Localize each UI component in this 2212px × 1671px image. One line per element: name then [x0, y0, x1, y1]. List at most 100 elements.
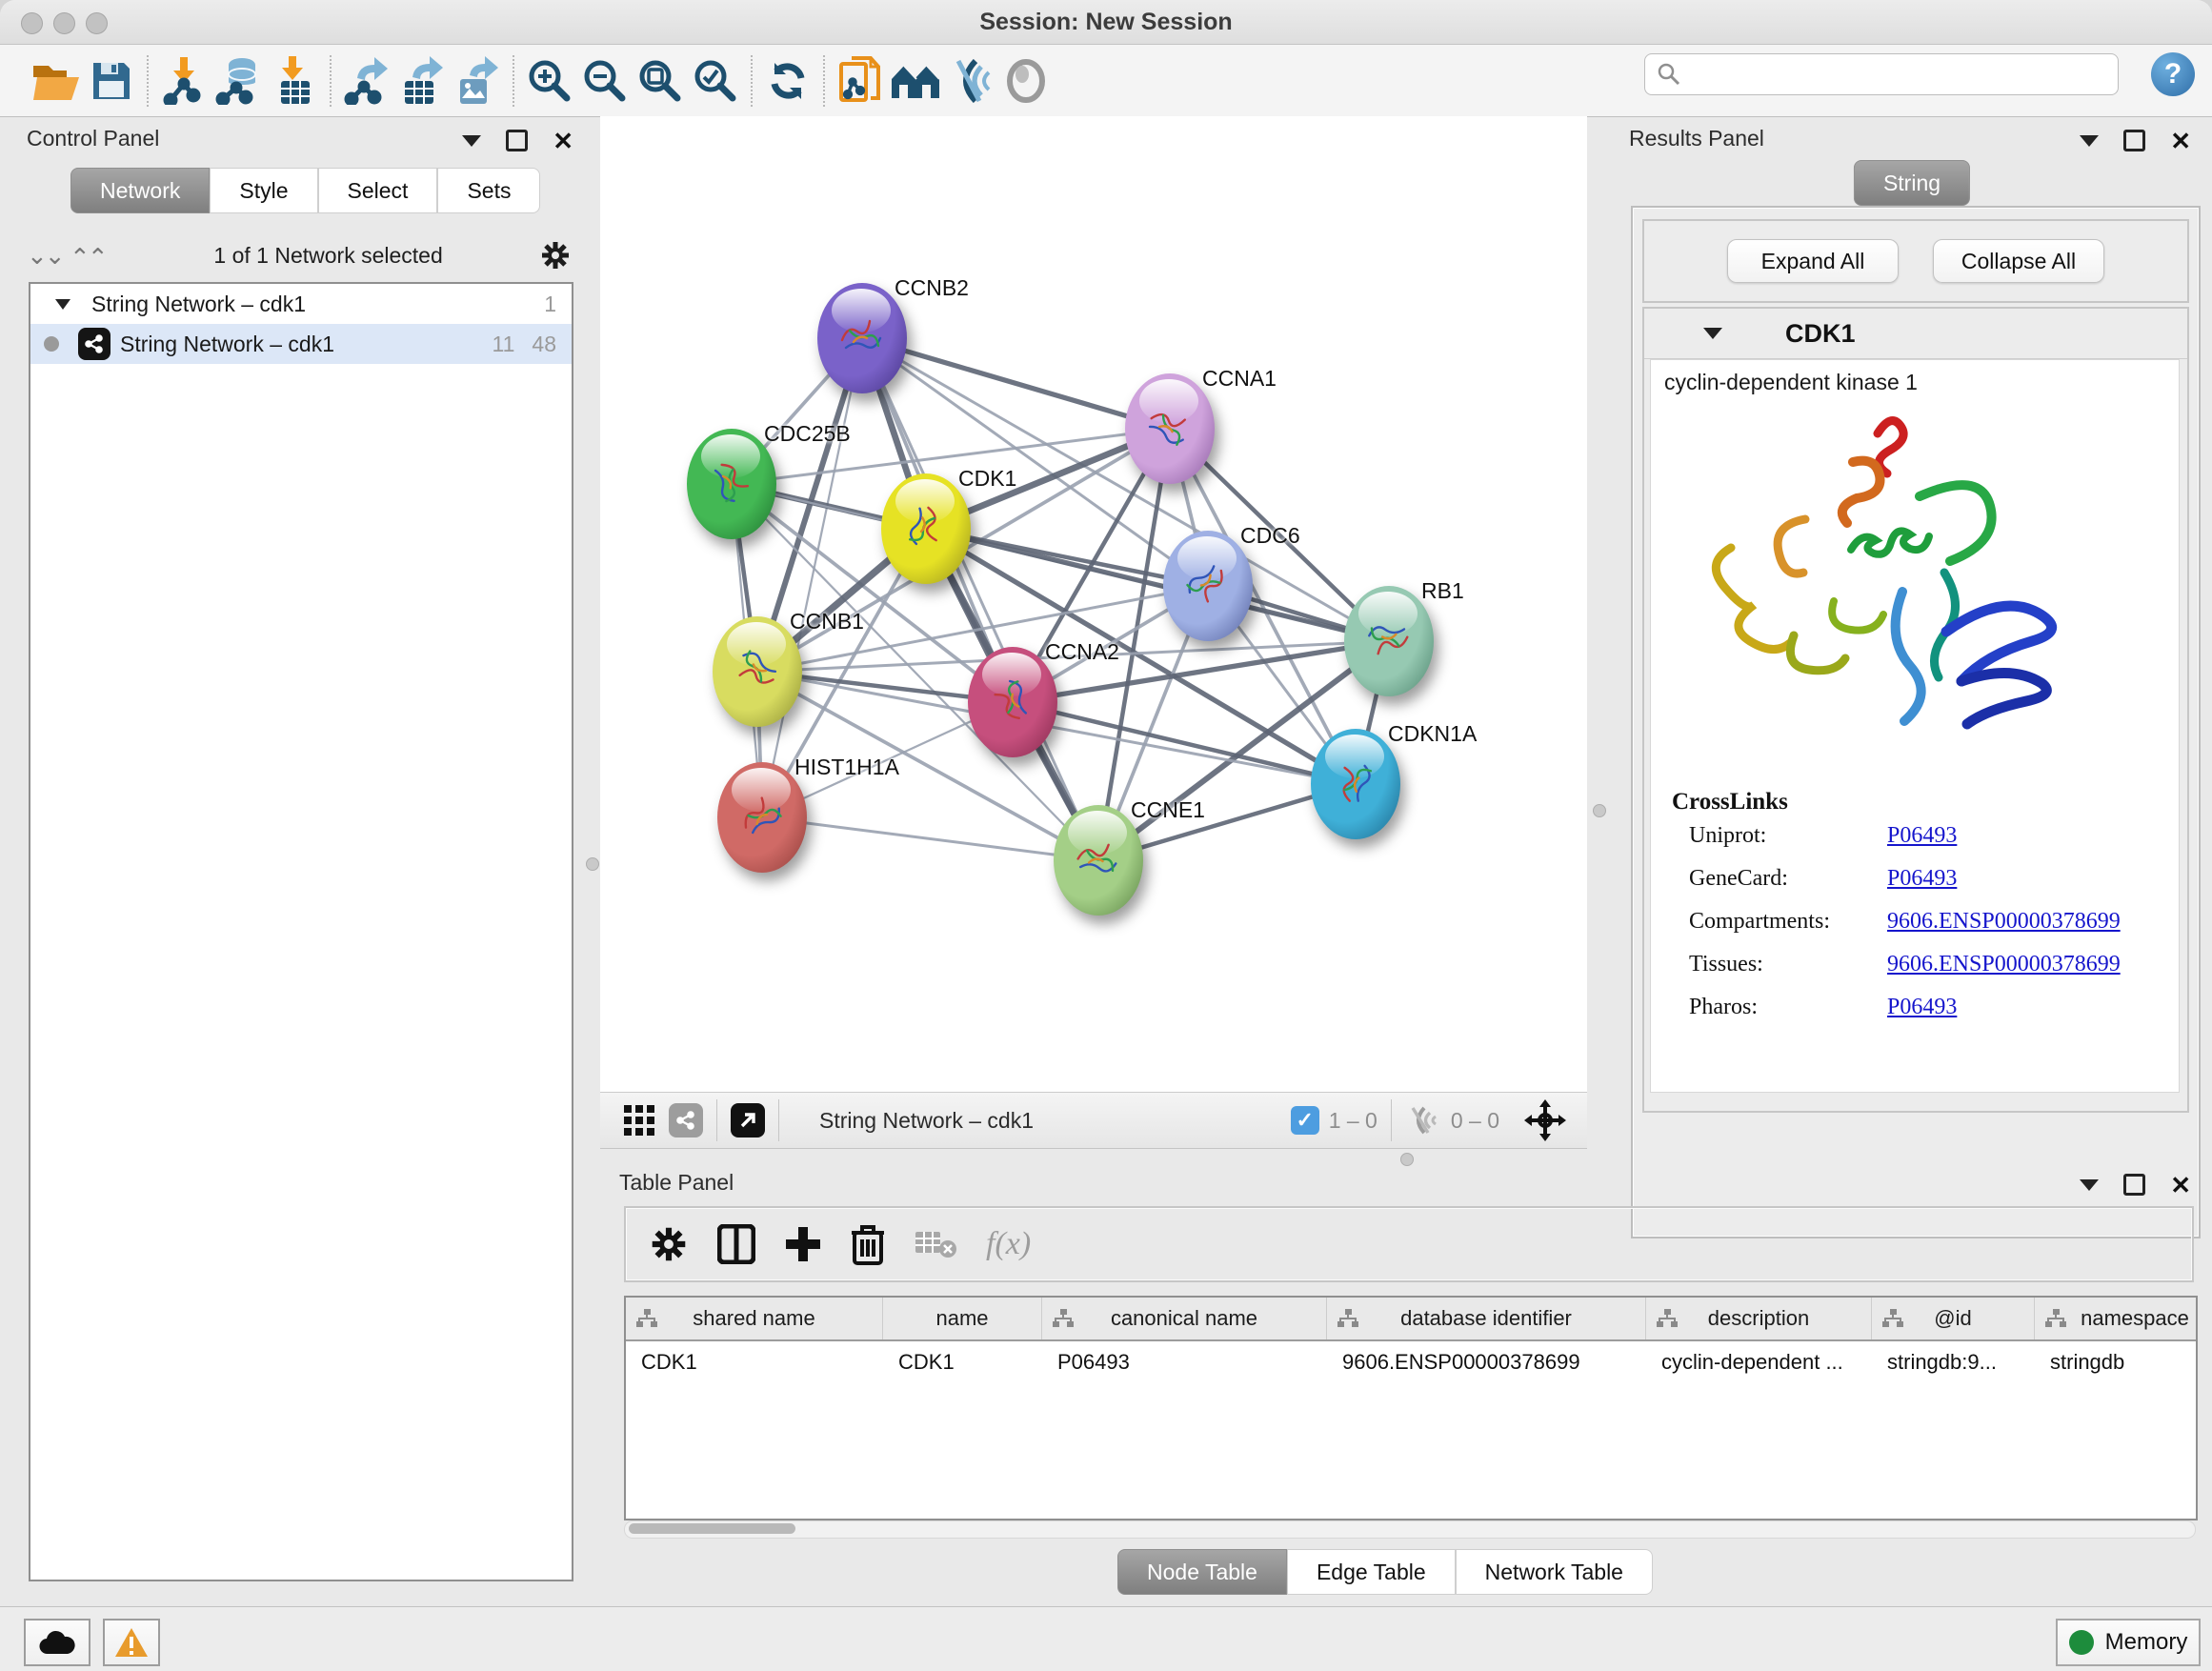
memory-button[interactable]: Memory — [2056, 1619, 2201, 1666]
gear-icon[interactable] — [649, 1224, 689, 1264]
close-panel-icon[interactable]: ✕ — [2170, 131, 2191, 151]
open-session-button[interactable] — [29, 53, 84, 109]
network-edge[interactable] — [762, 817, 1098, 860]
float-panel-icon[interactable] — [2080, 135, 2099, 147]
expand-all-icon[interactable]: ⌄⌄ — [72, 241, 109, 271]
collapse-all-button[interactable]: Collapse All — [1933, 239, 2104, 283]
string-results-group: Expand All Collapse All CDK1 cyclin-depe… — [1631, 206, 2201, 1238]
network-node-cdk1[interactable] — [881, 473, 971, 584]
zoom-fit-button[interactable] — [633, 53, 688, 109]
network-node-ccnb1[interactable] — [713, 616, 802, 727]
tab-string[interactable]: String — [1854, 160, 1970, 206]
network-edge[interactable] — [762, 338, 862, 817]
table-row[interactable]: CDK1 CDK1 P06493 9606.ENSP00000378699 cy… — [626, 1341, 2196, 1383]
zoom-in-button[interactable] — [522, 53, 577, 109]
crosslink-link[interactable]: P06493 — [1887, 866, 1957, 892]
home-button[interactable] — [888, 53, 943, 109]
tab-sets[interactable]: Sets — [437, 168, 540, 213]
collapse-entry-icon[interactable] — [1703, 328, 1722, 339]
delete-column-icon[interactable] — [851, 1223, 885, 1265]
network-node-ccne1[interactable] — [1054, 805, 1143, 916]
crosslink-link[interactable]: P06493 — [1887, 823, 1957, 849]
eye-button[interactable] — [998, 53, 1054, 109]
network-node-cdkn1a[interactable] — [1311, 729, 1400, 839]
options-gear-icon[interactable] — [539, 239, 572, 272]
network-canvas[interactable]: CCNB2CCNA1CDC25BCDK1CDC6RB1CCNB1CCNA2CDK… — [600, 116, 1587, 1092]
network-row[interactable]: String Network – cdk1 11 48 — [30, 324, 572, 364]
show-hide-panels-button[interactable] — [943, 53, 998, 109]
maximize-panel-icon[interactable] — [2123, 130, 2145, 151]
warning-status-button[interactable] — [103, 1619, 160, 1666]
network-selection-status: 1 of 1 Network selected — [117, 243, 539, 269]
network-edge[interactable] — [926, 529, 1389, 641]
tab-style[interactable]: Style — [210, 168, 317, 213]
splitter-handle[interactable] — [586, 857, 599, 871]
search-input[interactable] — [1681, 57, 2118, 91]
delete-table-icon[interactable] — [914, 1228, 957, 1260]
crosslink-link[interactable]: P06493 — [1887, 995, 1957, 1020]
import-network-button[interactable] — [156, 53, 211, 109]
save-session-button[interactable] — [84, 53, 139, 109]
crosslink-link[interactable]: 9606.ENSP00000378699 — [1887, 952, 2121, 977]
tab-node-table[interactable]: Node Table — [1117, 1549, 1287, 1595]
column-header[interactable]: namespace — [2035, 1298, 2198, 1339]
column-header[interactable]: canonical name — [1042, 1298, 1327, 1339]
export-table-button[interactable] — [394, 53, 450, 109]
tab-select[interactable]: Select — [318, 168, 438, 213]
float-panel-icon[interactable] — [462, 135, 481, 147]
maximize-panel-icon[interactable] — [506, 130, 528, 151]
cloud-status-button[interactable] — [24, 1619, 90, 1666]
tab-edge-table[interactable]: Edge Table — [1287, 1549, 1456, 1595]
export-network-button[interactable] — [339, 53, 394, 109]
column-header[interactable]: name — [883, 1298, 1042, 1339]
float-panel-icon[interactable] — [2080, 1179, 2099, 1191]
split-columns-icon[interactable] — [717, 1224, 755, 1264]
zoom-selected-button[interactable] — [688, 53, 743, 109]
splitter-handle[interactable] — [1400, 1153, 1414, 1166]
crosslink-link[interactable]: 9606.ENSP00000378699 — [1887, 909, 2121, 935]
help-button[interactable]: ? — [2151, 52, 2195, 96]
horizontal-scrollbar[interactable] — [624, 1520, 2196, 1539]
network-edge[interactable] — [862, 338, 1098, 860]
network-node-rb1[interactable] — [1344, 586, 1434, 696]
zoom-out-button[interactable] — [577, 53, 633, 109]
network-node-cdc6[interactable] — [1163, 531, 1253, 641]
add-column-icon[interactable] — [784, 1225, 822, 1263]
close-panel-icon[interactable]: ✕ — [553, 131, 573, 151]
network-collection-row[interactable]: String Network – cdk1 1 — [30, 284, 572, 324]
maximize-panel-icon[interactable] — [2123, 1174, 2145, 1196]
birds-eye-view-icon[interactable] — [669, 1103, 703, 1137]
import-database-button[interactable] — [211, 53, 267, 109]
network-node-cdc25b[interactable] — [687, 429, 776, 539]
collapse-all-icon[interactable]: ⌄⌄ — [27, 241, 63, 271]
entry-header[interactable]: CDK1 — [1644, 309, 2187, 359]
function-builder-icon[interactable]: f(x) — [986, 1226, 1031, 1262]
grid-view-icon[interactable] — [623, 1104, 655, 1137]
network-node-ccna1[interactable] — [1125, 373, 1215, 484]
scrollbar-thumb[interactable] — [629, 1523, 795, 1534]
column-header[interactable]: shared name — [626, 1298, 883, 1339]
tab-network-table[interactable]: Network Table — [1456, 1549, 1653, 1595]
column-header[interactable]: description — [1646, 1298, 1872, 1339]
network-edge[interactable] — [862, 338, 1170, 429]
network-node-ccnb2[interactable] — [817, 283, 907, 393]
selected-checkbox[interactable]: ✓ — [1291, 1106, 1319, 1135]
pan-crosshair-icon[interactable] — [1524, 1099, 1566, 1141]
table-header-row: shared name name canonical name database… — [626, 1298, 2196, 1341]
table-panel-title: Table Panel — [619, 1170, 734, 1196]
export-image-button[interactable] — [450, 53, 505, 109]
column-header[interactable]: @id — [1872, 1298, 2035, 1339]
network-node-hist1h1a[interactable] — [717, 762, 807, 873]
splitter-handle[interactable] — [1593, 804, 1606, 817]
network-node-ccna2[interactable] — [968, 647, 1057, 757]
clone-network-button[interactable] — [833, 53, 888, 109]
attribute-tree-icon — [2044, 1309, 2067, 1328]
import-table-button[interactable] — [267, 53, 322, 109]
import-network-icon — [161, 57, 207, 105]
close-panel-icon[interactable]: ✕ — [2170, 1176, 2191, 1195]
refresh-button[interactable] — [760, 53, 815, 109]
tab-network[interactable]: Network — [70, 168, 210, 213]
expand-all-button[interactable]: Expand All — [1727, 239, 1899, 283]
open-in-new-window-icon[interactable] — [731, 1103, 765, 1137]
column-header[interactable]: database identifier — [1327, 1298, 1646, 1339]
